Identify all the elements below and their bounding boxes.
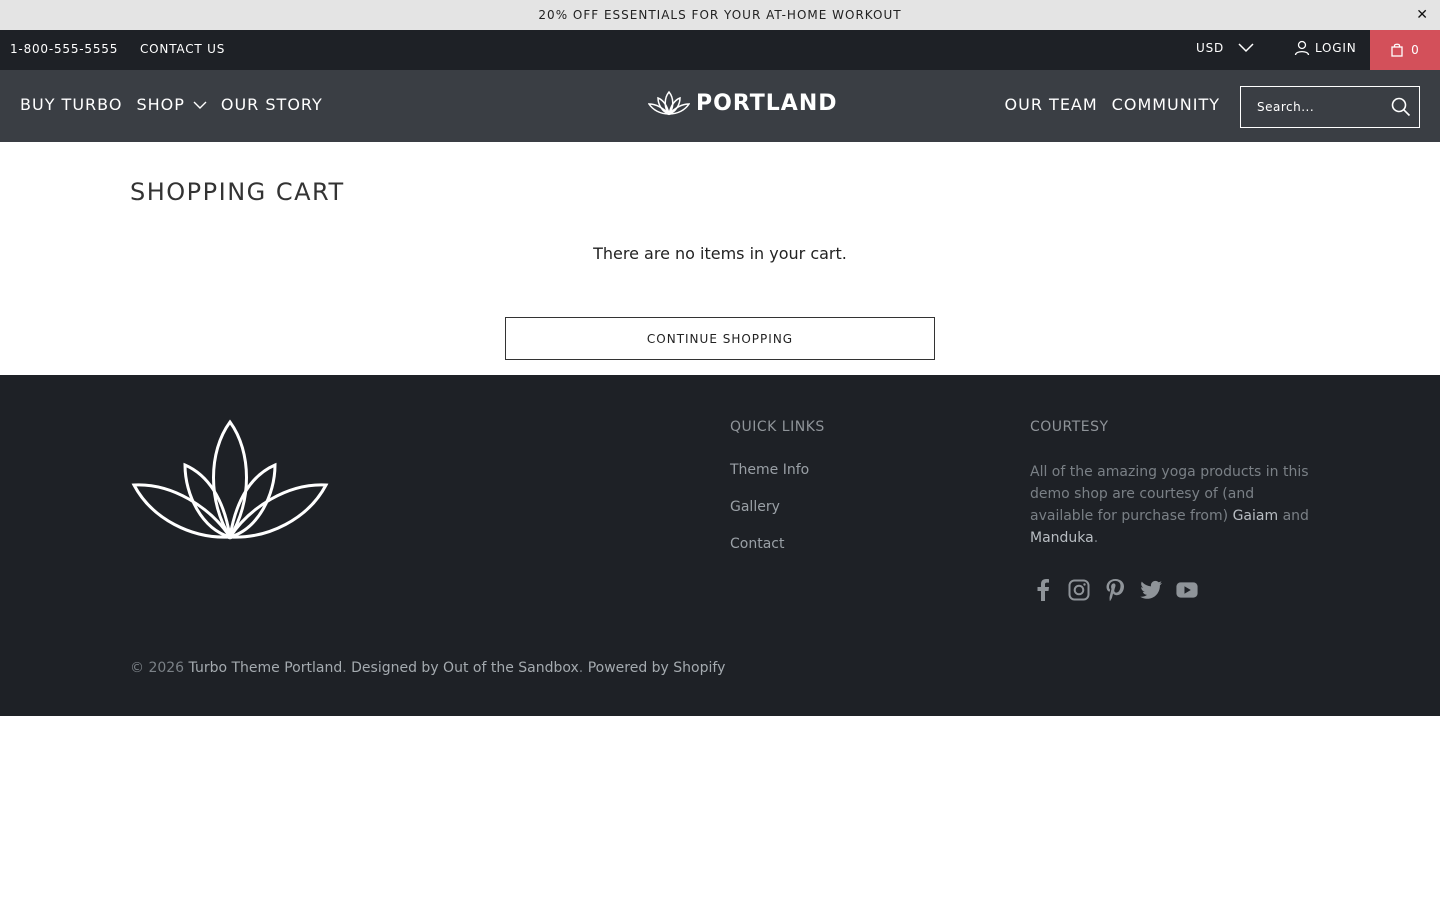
- facebook-icon[interactable]: [1032, 579, 1054, 601]
- contact-us-link[interactable]: CONTACT US: [140, 42, 225, 56]
- continue-shopping-button[interactable]: CONTINUE SHOPPING: [505, 317, 935, 360]
- copyright: © 2026 Turbo Theme Portland. Designed by…: [130, 660, 726, 676]
- user-icon: [1294, 40, 1310, 56]
- search-icon[interactable]: [1391, 97, 1411, 117]
- shopify-link[interactable]: Powered by Shopify: [588, 660, 726, 676]
- courtesy-title: COURTESY: [1030, 419, 1109, 435]
- cart-content: SHOPPING CART There are no items in your…: [0, 142, 1440, 375]
- close-icon[interactable]: ✕: [1416, 6, 1428, 24]
- courtesy-end: .: [1093, 530, 1099, 546]
- nav-community[interactable]: COMMUNITY: [1112, 95, 1220, 114]
- logo-text: PORTLAND: [696, 90, 838, 116]
- currency-selector[interactable]: USD: [1196, 41, 1254, 55]
- chevron-down-icon: [193, 101, 207, 109]
- nav-buy-turbo[interactable]: BUY TURBO: [20, 95, 122, 114]
- page-title: SHOPPING CART: [130, 178, 345, 206]
- phone-link[interactable]: 1-800-555-5555: [10, 42, 118, 56]
- youtube-icon[interactable]: [1176, 579, 1198, 601]
- announcement-text: 20% OFF ESSENTIALS FOR YOUR AT-HOME WORK…: [538, 8, 902, 22]
- nav-right: OUR TEAM COMMUNITY: [991, 95, 1220, 114]
- footer-link-gallery[interactable]: Gallery: [730, 499, 780, 515]
- instagram-icon[interactable]: [1068, 579, 1090, 601]
- courtesy-and: and: [1282, 508, 1309, 524]
- pinterest-icon[interactable]: [1104, 579, 1126, 601]
- footer-link-contact[interactable]: Contact: [730, 536, 784, 552]
- twitter-icon[interactable]: [1140, 579, 1162, 601]
- nav-shop[interactable]: SHOP: [136, 95, 207, 114]
- copyright-year: © 2026: [130, 660, 185, 676]
- chevron-down-icon: [1238, 43, 1254, 53]
- nav-shop-label: SHOP: [136, 95, 185, 114]
- currency-label: USD: [1196, 41, 1225, 55]
- announcement-bar: 20% OFF ESSENTIALS FOR YOUR AT-HOME WORK…: [0, 0, 1440, 30]
- lotus-icon: [648, 90, 690, 116]
- courtesy-text: All of the amazing yoga products in this…: [1030, 461, 1320, 549]
- nav-our-story[interactable]: OUR STORY: [221, 95, 323, 114]
- cart-button[interactable]: 0: [1370, 30, 1440, 70]
- quick-links-title: QUICK LINKS: [730, 419, 825, 435]
- nav-our-team[interactable]: OUR TEAM: [1005, 95, 1098, 114]
- footer: QUICK LINKS Theme Info Gallery Contact C…: [0, 375, 1440, 716]
- gaiam-link[interactable]: Gaiam: [1233, 508, 1279, 524]
- top-bar: 1-800-555-5555 CONTACT US USD LOGIN 0: [0, 30, 1440, 70]
- nav-left: BUY TURBO SHOP OUR STORY: [20, 95, 337, 114]
- search-box: [1240, 86, 1420, 128]
- social-links: [1032, 579, 1198, 601]
- store-link[interactable]: Turbo Theme Portland: [189, 660, 343, 676]
- search-input[interactable]: [1257, 100, 1377, 114]
- empty-cart-message: There are no items in your cart.: [593, 244, 847, 263]
- designer-link[interactable]: Designed by Out of the Sandbox: [351, 660, 579, 676]
- main-header: BUY TURBO SHOP OUR STORY PORTLAND OUR TE…: [0, 70, 1440, 142]
- lotus-icon: [131, 419, 329, 540]
- login-link[interactable]: LOGIN: [1294, 40, 1357, 56]
- footer-link-theme-info[interactable]: Theme Info: [730, 462, 809, 478]
- manduka-link[interactable]: Manduka: [1030, 530, 1094, 546]
- login-label: LOGIN: [1315, 41, 1357, 55]
- logo[interactable]: PORTLAND: [648, 90, 838, 116]
- shopping-bag-icon: [1391, 43, 1403, 57]
- cart-count: 0: [1411, 43, 1419, 57]
- footer-logo: [130, 417, 330, 546]
